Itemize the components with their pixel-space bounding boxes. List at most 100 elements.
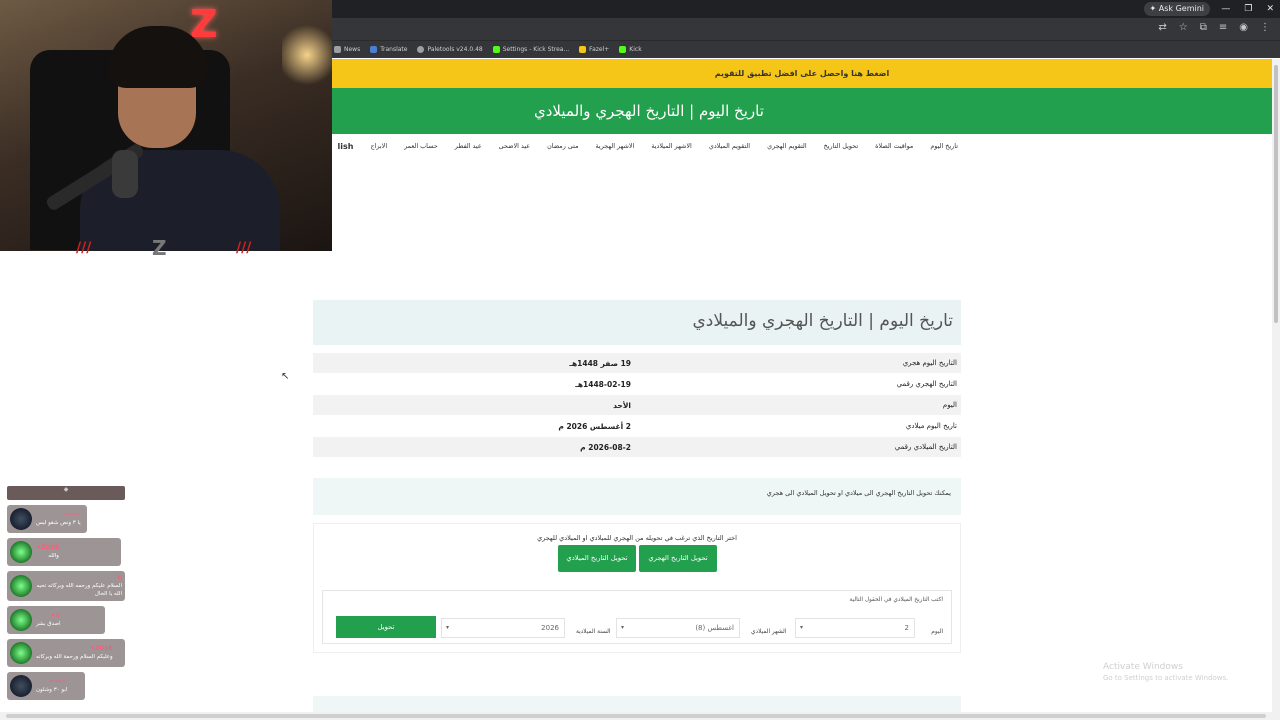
site-header: تاريخ اليوم | التاريخ الهجري والميلادي	[332, 88, 1272, 134]
row-label: تاريخ اليوم ميلادي	[905, 422, 957, 430]
minimize-icon[interactable]: —	[1221, 2, 1230, 16]
year-label: السنة الميلادية	[576, 629, 611, 635]
mouse-cursor-icon: ↖	[281, 371, 290, 382]
watermark-subtitle: Go to Settings to activate Windows.	[1103, 674, 1229, 682]
chat-username: ZOSE✦	[89, 645, 113, 652]
chat-text: والله	[48, 553, 59, 559]
nav-item-ramadan[interactable]: متى رمضان	[547, 142, 578, 150]
chat-avatar	[10, 675, 32, 697]
close-icon[interactable]: ✕	[1266, 2, 1274, 16]
ask-gemini-label: Ask Gemini	[1158, 4, 1204, 13]
convert-button[interactable]: تحويل	[336, 616, 436, 638]
row-value: 2 أغسطس 2026 م	[558, 422, 631, 431]
chat-message: ♛ السلام عليكم ورحمه الله وبركاته تحيه ال…	[7, 571, 125, 601]
bookmark-news[interactable]: News	[334, 46, 360, 53]
scrollbar-thumb[interactable]	[1274, 65, 1278, 323]
chat-text: يا ٣ ونص شقو ليس	[36, 520, 81, 526]
row-value: 1448-02-19هـ	[575, 380, 631, 389]
row-label: التاريخ الميلادي رقمي	[894, 443, 957, 451]
month-label: الشهر الميلادي	[751, 629, 787, 635]
nav-item-today[interactable]: تاريخ اليوم	[930, 142, 958, 150]
chat-avatar	[10, 609, 32, 631]
maximize-icon[interactable]: ❐	[1244, 2, 1252, 16]
nav-item-prayer-times[interactable]: مواقيت الصلاة	[875, 142, 913, 150]
row-label: اليوم	[942, 401, 957, 409]
chat-message: ♛✦ اصدق بشر	[7, 606, 105, 634]
bookmark-label: Translate	[380, 46, 408, 53]
chat-message-body: ♛✦ اصدق بشر	[36, 612, 61, 628]
month-select[interactable]: ▾ (8) اغسطس	[616, 618, 740, 638]
nav-item-date-converter[interactable]: تحويل التاريخ	[824, 142, 858, 150]
watermark-title: Activate Windows	[1103, 662, 1183, 672]
profile-icon[interactable]: ◉	[1239, 22, 1248, 33]
month-value: (8) اغسطس	[695, 624, 734, 632]
scrollbar-thumb[interactable]	[6, 714, 1266, 718]
stream-logo-icon: Z	[152, 236, 167, 260]
date-info-table: التاريخ اليوم هجري 19 صفر 1448هـ التاريخ …	[313, 353, 961, 458]
nav-item-gregorian-calendar[interactable]: التقويم الميلادي	[709, 142, 750, 150]
chat-message-body: ——— يا ٣ ونص شقو ليس	[36, 511, 81, 527]
translate-page-icon[interactable]: ⇄	[1158, 22, 1166, 33]
chat-text: وعليكم السلام ورحمة الله وبركاته	[36, 654, 113, 660]
bookmark-star-icon[interactable]: ☆	[1179, 22, 1188, 33]
bookmark-kick-settings[interactable]: Settings - Kick Strea...	[492, 46, 569, 53]
table-row: اليوم الأحد	[313, 395, 961, 416]
site-title[interactable]: تاريخ اليوم | التاريخ الهجري والميلادي	[534, 88, 764, 134]
chat-message-body: ZOSE✦ وعليكم السلام ورحمة الله وبركاته	[36, 645, 113, 661]
bookmark-paletools[interactable]: Paletools v24.0.48	[417, 46, 483, 53]
media-icon[interactable]: ≡	[1219, 22, 1227, 33]
chat-message: ZOSE✦ وعليكم السلام ورحمة الله وبركاته	[7, 639, 125, 667]
chevron-down-icon: ▾	[446, 624, 450, 631]
convert-hijri-tab-button[interactable]: تحويل التاريخ الهجري	[639, 545, 717, 572]
vertical-scrollbar[interactable]	[1272, 59, 1280, 720]
bookmark-label: News	[344, 46, 361, 53]
year-select[interactable]: ▾ 2026	[441, 618, 565, 638]
nav-item-hijri-months[interactable]: الاشهر الهجرية	[596, 142, 635, 150]
browser-toolbar-icons: ⇄ ☆ ⧉ ≡ ◉ ⋮	[1158, 22, 1270, 33]
row-label: التاريخ الهجري رقمي	[896, 380, 957, 388]
nav-item-hijri-calendar[interactable]: التقويم الهجري	[767, 142, 807, 150]
converter-question: اختر التاريخ الذي ترغب في تحويله من الهج…	[537, 534, 737, 542]
day-label: اليوم	[931, 629, 943, 635]
kick-icon	[492, 46, 500, 53]
chat-username: ZOSE✦	[36, 544, 59, 551]
stream-chat-overlay: ◆ ——— يا ٣ ونص شقو ليس ZOSE✦ والله ♛ السلام…	[7, 486, 127, 700]
year-value: 2026	[541, 624, 559, 632]
promo-banner[interactable]: اضغط هنا واحصل على افضل تطبيق للتقويم	[332, 59, 1272, 88]
nav-item-gregorian-months[interactable]: الاشهر الميلادية	[651, 142, 692, 150]
extensions-icon[interactable]: ⧉	[1200, 22, 1207, 33]
red-slash-marks: ///	[236, 240, 252, 256]
bookmark-fazel[interactable]: Fazel+	[579, 46, 609, 53]
news-icon	[334, 46, 341, 53]
lamp-light	[282, 20, 332, 90]
horizontal-scrollbar[interactable]	[0, 712, 1280, 720]
ask-gemini-button[interactable]: ✦ Ask Gemini	[1143, 2, 1210, 16]
converter-form: اكتب التاريخ الميلادي في الحقول التالية …	[322, 590, 952, 644]
day-select[interactable]: ▾ 2	[795, 618, 915, 638]
converter-note: يمكنك تحويل التاريخ الهجري الى ميلادي او…	[313, 478, 961, 515]
translate-icon	[370, 46, 378, 53]
chat-message: ——— ابو ٣٠ وشلون	[7, 672, 85, 700]
nav-item-eid-fitr[interactable]: عيد الفطر	[455, 142, 482, 150]
date-converter: اختر التاريخ الذي ترغب في تحويله من الهج…	[313, 523, 961, 653]
convert-gregorian-tab-button[interactable]: تحويل التاريخ الميلادي	[558, 545, 636, 572]
chat-username: ———	[62, 511, 81, 518]
activate-windows-watermark: Activate Windows Go to Settings to activ…	[1103, 662, 1228, 682]
nav-item-horoscopes[interactable]: الابراج	[370, 142, 387, 150]
paletools-icon	[417, 46, 425, 53]
nav-item-eid-adha[interactable]: عيد الاضحى	[499, 142, 530, 150]
nav-language-switch[interactable]: lish	[338, 142, 354, 151]
card-title: تاريخ اليوم | التاريخ الهجري والميلادي	[313, 300, 961, 345]
chat-text: السلام عليكم ورحمه الله وبركاته تحيه الل…	[36, 583, 123, 597]
chat-username: ♛✦	[50, 612, 61, 619]
nav-item-age-calculator[interactable]: حساب العمر	[404, 142, 438, 150]
table-row: التاريخ الهجري رقمي 1448-02-19هـ	[313, 374, 961, 395]
red-slash-marks: ///	[76, 240, 92, 256]
bookmark-kick[interactable]: Kick	[619, 46, 642, 53]
menu-icon[interactable]: ⋮	[1260, 22, 1270, 33]
bookmark-translate[interactable]: Translate	[370, 46, 407, 53]
kick-icon	[619, 46, 627, 53]
chat-header: ◆	[7, 486, 125, 500]
chat-message: ——— يا ٣ ونص شقو ليس	[7, 505, 87, 533]
chat-avatar	[10, 575, 32, 597]
